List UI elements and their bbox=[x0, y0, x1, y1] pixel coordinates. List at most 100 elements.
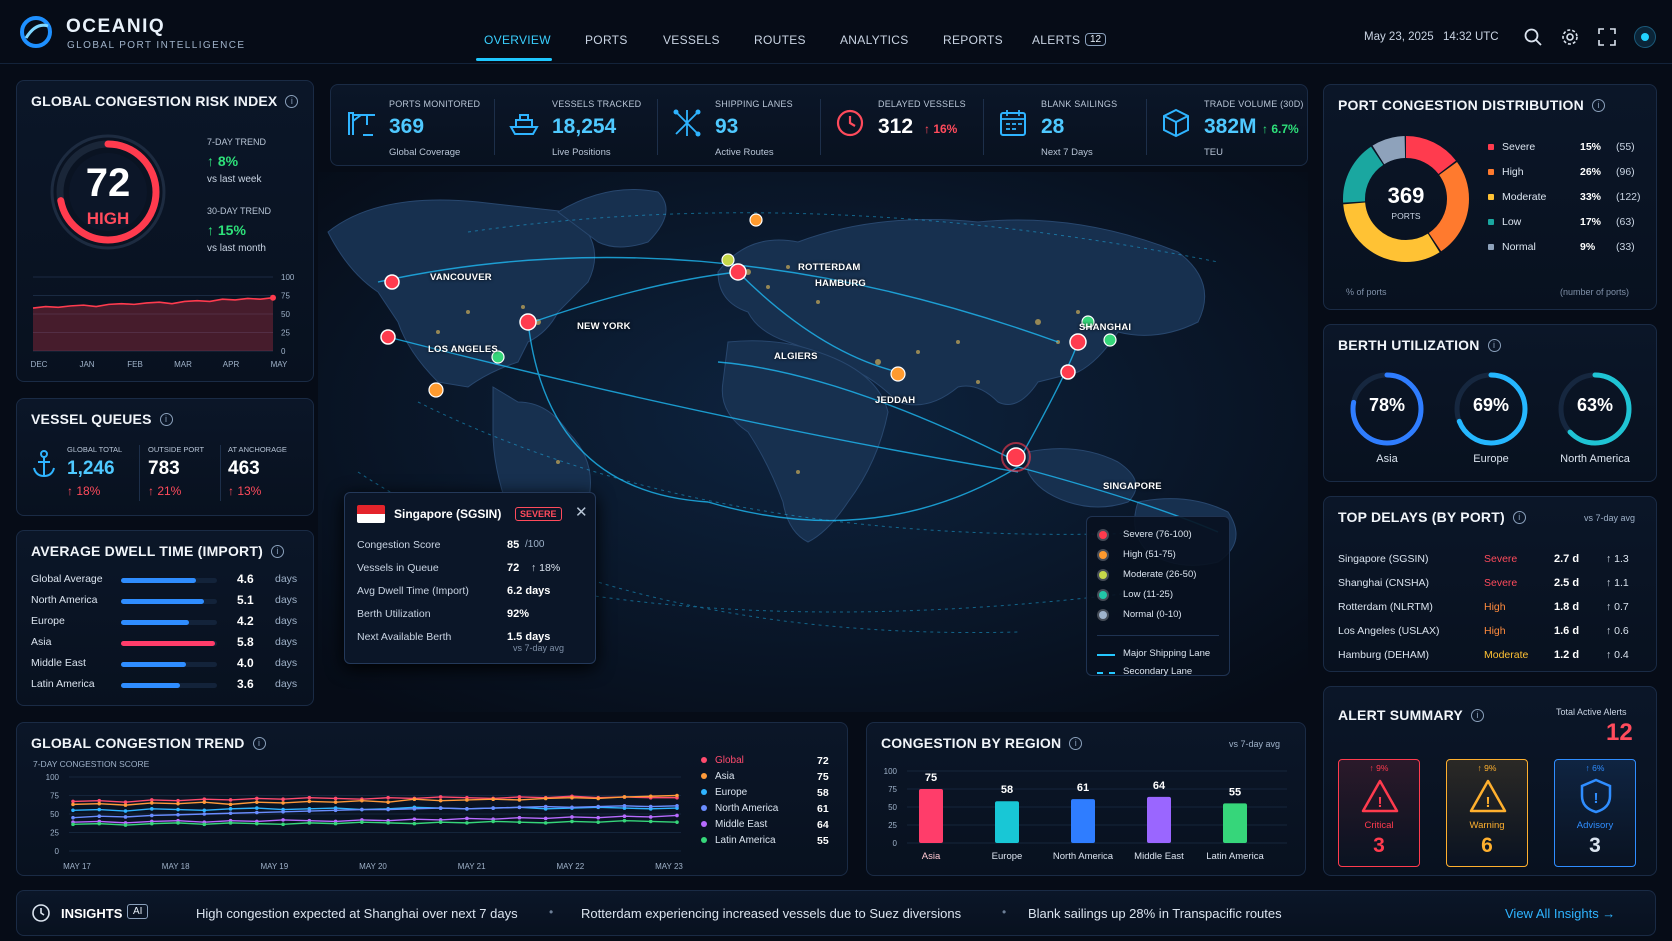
search-icon[interactable] bbox=[1524, 28, 1542, 49]
map-label-rotterdam[interactable]: ROTTERDAM bbox=[798, 262, 861, 273]
distribution-label: Severe bbox=[1502, 141, 1536, 153]
view-all-insights-link[interactable]: View All Insights → bbox=[1505, 906, 1615, 921]
info-icon[interactable]: i bbox=[1512, 510, 1526, 524]
y-tick-label: 75 bbox=[281, 292, 290, 301]
info-icon[interactable]: i bbox=[285, 94, 299, 108]
kpi-shipping-lanes[interactable]: SHIPPING LANES 93 Active Routes bbox=[657, 85, 820, 165]
data-point bbox=[596, 796, 601, 801]
delay-level: Severe bbox=[1484, 553, 1518, 565]
legend-dot bbox=[1099, 551, 1107, 559]
data-point bbox=[333, 796, 338, 801]
alert-card-critical[interactable]: ↑ 9%! Critical 3 bbox=[1338, 759, 1420, 867]
map-label-shanghai[interactable]: SHANGHAI bbox=[1079, 322, 1131, 333]
tab-ports[interactable]: PORTS bbox=[585, 33, 628, 47]
delay-change: ↑ 1.1 bbox=[1606, 577, 1629, 589]
kpi-value: 28 bbox=[1041, 115, 1065, 138]
kpi-blank-sailings[interactable]: BLANK SAILINGS 28 Next 7 Days bbox=[983, 85, 1146, 165]
legend-dot bbox=[1099, 611, 1107, 619]
legend-label: Normal (0-10) bbox=[1123, 609, 1182, 620]
tab-analytics[interactable]: ANALYTICS bbox=[840, 33, 909, 47]
port-detail-popup[interactable]: Singapore (SGSIN) SEVERE ✕ Congestion Sc… bbox=[344, 492, 596, 664]
region-category-label: Latin America bbox=[1206, 851, 1264, 862]
data-point bbox=[596, 804, 601, 809]
data-point bbox=[675, 813, 679, 818]
delay-port[interactable]: Los Angeles (USLAX) bbox=[1338, 625, 1440, 637]
y-tick-label: 75 bbox=[50, 792, 59, 801]
data-point bbox=[202, 822, 207, 827]
dwell-row-unit: days bbox=[275, 594, 298, 606]
info-icon[interactable]: i bbox=[1069, 736, 1083, 750]
kpi-sub: Live Positions bbox=[552, 147, 611, 158]
info-icon[interactable]: i bbox=[1487, 338, 1501, 352]
map-label-new-york[interactable]: NEW YORK bbox=[577, 321, 631, 332]
kpi-vessels-tracked[interactable]: VESSELS TRACKED 18,254 Live Positions bbox=[494, 85, 657, 165]
map-label-singapore[interactable]: SINGAPORE bbox=[1103, 481, 1162, 492]
map-label-los-angeles[interactable]: LOS ANGELES bbox=[428, 344, 498, 355]
settings-gear-icon[interactable] bbox=[1561, 28, 1579, 49]
series-legend-dot bbox=[701, 821, 707, 827]
map-label-hamburg[interactable]: HAMBURG bbox=[815, 278, 866, 289]
alert-card-advisory[interactable]: ↑ 6%! Advisory 3 bbox=[1554, 759, 1636, 867]
kpi-ports-monitored[interactable]: PORTS MONITORED 369 Global Coverage bbox=[331, 85, 494, 165]
insight-item[interactable]: Rotterdam experiencing increased vessels… bbox=[581, 906, 961, 921]
x-tick-label: MAY 22 bbox=[556, 862, 584, 871]
brand-logo[interactable] bbox=[20, 16, 52, 48]
delay-level: High bbox=[1484, 601, 1506, 613]
tab-reports[interactable]: REPORTS bbox=[943, 33, 1003, 47]
info-icon[interactable]: i bbox=[1470, 708, 1484, 722]
status-indicator[interactable] bbox=[1634, 26, 1656, 48]
insight-item[interactable]: Blank sailings up 28% in Transpacific ro… bbox=[1028, 906, 1282, 921]
queue-label: OUTSIDE PORT bbox=[148, 445, 205, 454]
data-point bbox=[675, 804, 679, 808]
kpi-sub: Next 7 Days bbox=[1041, 147, 1093, 158]
region-bar bbox=[1147, 796, 1171, 843]
delay-port[interactable]: Rotterdam (NLRTM) bbox=[1338, 601, 1433, 613]
map-label-jeddah[interactable]: JEDDAH bbox=[875, 395, 915, 406]
popup-row-label: Next Available Berth bbox=[357, 631, 452, 643]
data-point bbox=[333, 821, 338, 826]
data-point bbox=[149, 813, 154, 818]
data-point bbox=[123, 815, 128, 819]
delay-port[interactable]: Shanghai (CNSHA) bbox=[1338, 577, 1429, 589]
kpi-label: BLANK SAILINGS bbox=[1041, 99, 1118, 109]
map-label-algiers[interactable]: ALGIERS bbox=[774, 351, 818, 362]
berth-value: 78% bbox=[1368, 395, 1406, 415]
data-point bbox=[176, 821, 180, 825]
x-tick-label: MAY 21 bbox=[458, 862, 486, 871]
kpi-value: 93 bbox=[715, 115, 739, 138]
fullscreen-icon[interactable] bbox=[1598, 28, 1616, 49]
delay-change: ↑ 1.3 bbox=[1606, 553, 1629, 565]
info-icon[interactable]: i bbox=[159, 412, 173, 426]
alert-card-warning[interactable]: ↑ 9%! Warning 6 bbox=[1446, 759, 1528, 867]
kpi-trade-volume-30d-[interactable]: TRADE VOLUME (30D) 382M ↑ 6.7% TEU bbox=[1146, 85, 1309, 165]
tab-overview[interactable]: OVERVIEW bbox=[484, 33, 551, 47]
info-icon[interactable]: i bbox=[252, 736, 266, 750]
tab-vessels[interactable]: VESSELS bbox=[663, 33, 720, 47]
queue-change: ↑ 21% bbox=[148, 484, 182, 498]
delay-port[interactable]: Hamburg (DEHAM) bbox=[1338, 649, 1429, 661]
delay-port[interactable]: Singapore (SGSIN) bbox=[1338, 553, 1428, 565]
legend-dot bbox=[1099, 571, 1107, 579]
world-map[interactable]: VANCOUVER LOS ANGELES NEW YORK ROTTERDAM… bbox=[318, 172, 1308, 712]
tab-routes[interactable]: ROUTES bbox=[754, 33, 806, 47]
dwell-row-label: Global Average bbox=[31, 573, 103, 585]
info-icon[interactable]: i bbox=[1591, 98, 1605, 112]
data-point bbox=[438, 798, 443, 803]
dwell-row-value: 5.8 bbox=[237, 635, 254, 649]
close-icon[interactable]: ✕ bbox=[575, 503, 588, 521]
legend-secondary-lane: Secondary Lane bbox=[1123, 666, 1193, 677]
insight-item[interactable]: High congestion expected at Shanghai ove… bbox=[196, 906, 518, 921]
kpi-delayed-vessels[interactable]: DELAYED VESSELS 312 ↑ 16% bbox=[820, 85, 983, 165]
tab-alerts[interactable]: ALERTS bbox=[1032, 33, 1080, 47]
popup-row-value: 1.5 days bbox=[507, 631, 551, 643]
delay-days: 1.8 d bbox=[1554, 601, 1580, 613]
ai-badge: AI bbox=[127, 904, 149, 919]
distribution-dot bbox=[1488, 219, 1494, 225]
map-label-vancouver[interactable]: VANCOUVER bbox=[430, 272, 492, 283]
data-point bbox=[333, 800, 338, 804]
info-icon[interactable]: i bbox=[270, 544, 284, 558]
active-tab-indicator bbox=[476, 58, 552, 61]
y-tick-label: 0 bbox=[55, 847, 60, 856]
dwell-row-value: 5.1 bbox=[237, 593, 254, 607]
dwell-bar-fill bbox=[121, 599, 204, 604]
